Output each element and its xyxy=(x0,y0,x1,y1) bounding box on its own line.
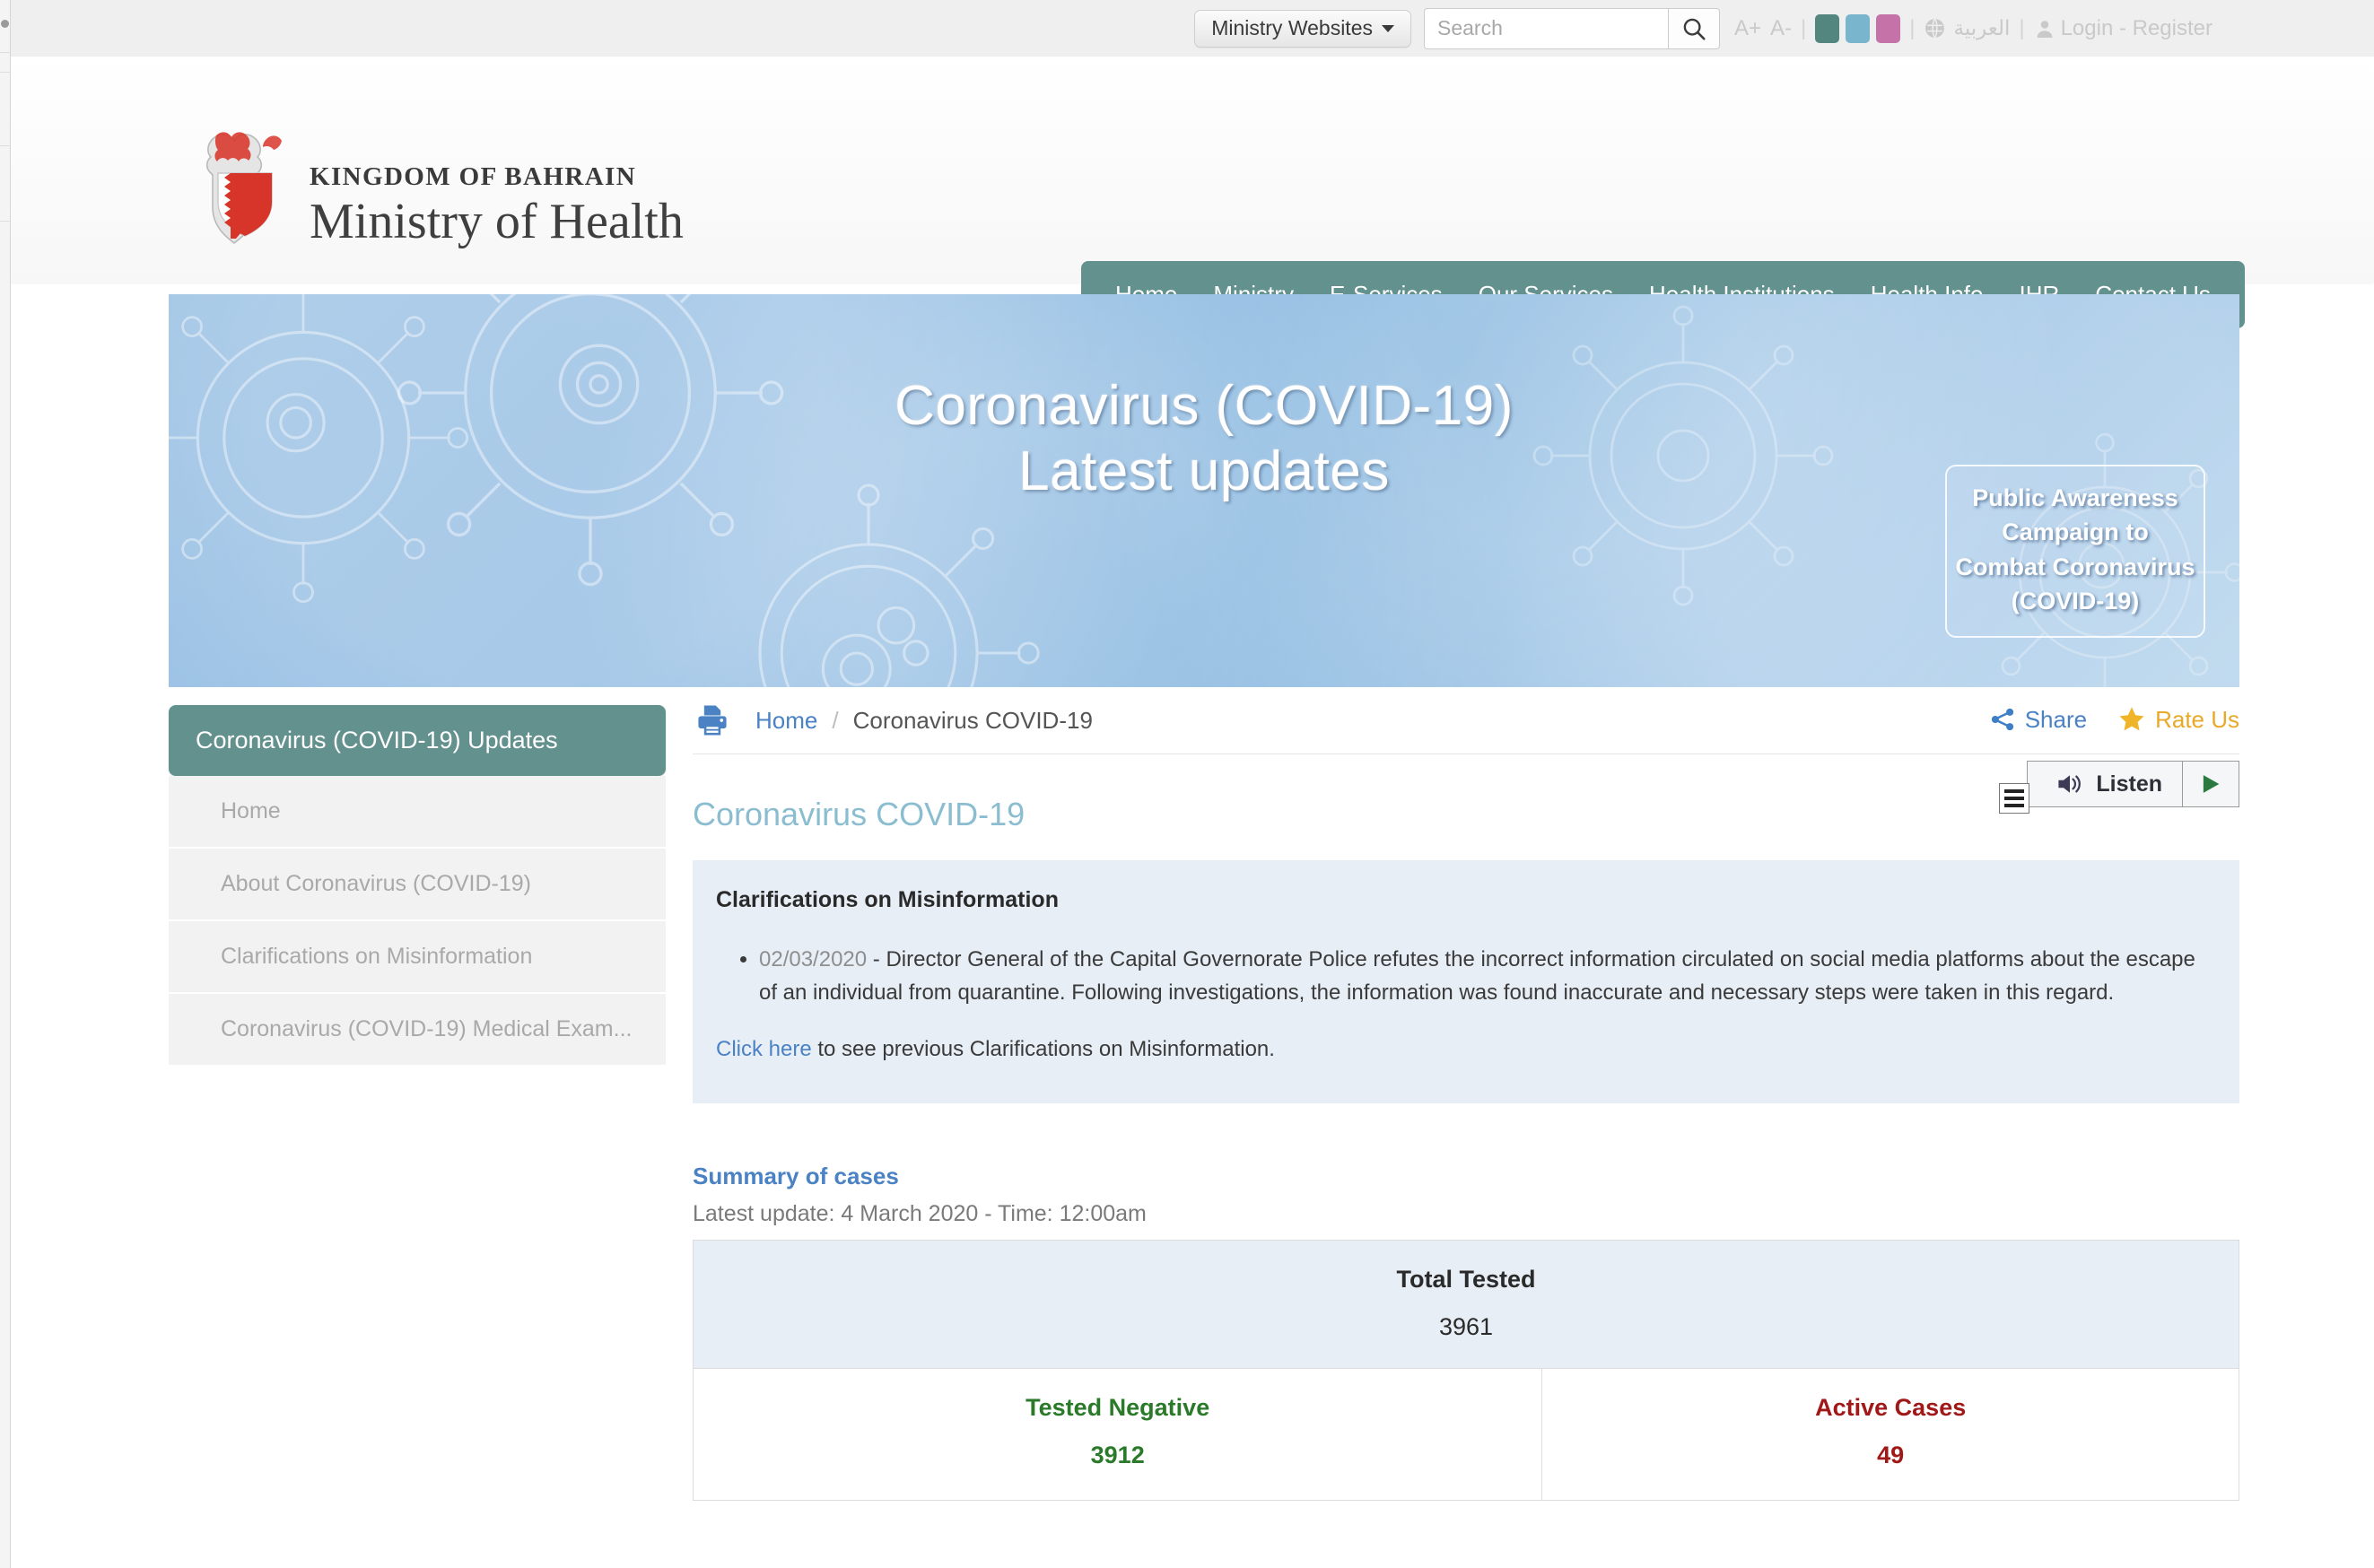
clarifications-notice: Clarifications on Misinformation 02/03/2… xyxy=(693,860,2239,1103)
notice-footer: Click here to see previous Clarification… xyxy=(716,1037,2213,1062)
total-tested-cell: Total Tested 3961 xyxy=(693,1239,2239,1369)
breadcrumb-home-link[interactable]: Home xyxy=(755,707,817,735)
latest-update-label: Latest update: xyxy=(693,1200,835,1226)
font-increase-button[interactable]: A+ xyxy=(1734,16,1761,41)
latest-update-value: 4 March 2020 - Time: 12:00am xyxy=(834,1200,1147,1226)
top-utility-bar: Ministry Websites A+ A- | xyxy=(11,0,2374,57)
active-cases-cell: Active Cases 49 xyxy=(1541,1367,2239,1501)
notice-title: Clarifications on Misinformation xyxy=(716,887,1059,912)
notice-footer-text: to see previous Clarifications on Misinf… xyxy=(811,1036,1275,1061)
arabic-language-link[interactable]: العربية xyxy=(1953,16,2010,40)
breadcrumb-separator: / xyxy=(832,706,839,734)
separator-2: | xyxy=(1909,15,1916,40)
chevron-down-icon xyxy=(1381,24,1394,32)
hero-title-line-2: Latest updates xyxy=(1018,440,1390,503)
breadcrumb: Home / Coronavirus COVID-19 Share Rate U… xyxy=(693,687,2239,814)
listen-label: Listen xyxy=(2096,771,2162,797)
sidebar-heading[interactable]: Coronavirus (COVID-19) Updates xyxy=(169,705,666,776)
logo-kingdom-line: KINGDOM OF BAHRAIN xyxy=(310,162,637,192)
page-left-edge xyxy=(0,0,11,1568)
search-input[interactable] xyxy=(1423,7,1668,49)
user-icon xyxy=(2034,18,2055,39)
list-item: 02/03/2020 - Director General of the Cap… xyxy=(759,944,2213,1010)
notice-list: 02/03/2020 - Director General of the Cap… xyxy=(759,944,2213,1010)
active-cases-value: 49 xyxy=(1877,1441,1905,1468)
notice-item-text: Director General of the Capital Governor… xyxy=(759,947,2195,1005)
total-tested-label: Total Tested xyxy=(1396,1265,1536,1293)
rate-us-button[interactable]: Rate Us xyxy=(2117,705,2239,734)
utility-links: A+ A- | | العربية | Login - Register xyxy=(1734,13,2213,43)
hero-title-line-1: Coronavirus (COVID-19) xyxy=(895,375,1514,437)
speaker-icon xyxy=(2058,775,2082,793)
table-row: Tested Negative 3912 Active Cases 49 xyxy=(692,1367,2239,1501)
share-icon xyxy=(1991,708,2013,731)
hero-banner: Coronavirus (COVID-19) Latest updates Pu… xyxy=(169,294,2239,687)
previous-clarifications-link[interactable]: Click here xyxy=(716,1037,812,1061)
search-icon xyxy=(1683,18,1706,40)
theme-swatch-pink[interactable] xyxy=(1876,13,1901,43)
sidebar-item-clarifications[interactable]: Clarifications on Misinformation xyxy=(169,921,666,994)
font-decrease-button[interactable]: A- xyxy=(1770,16,1792,41)
separator-1: | xyxy=(1801,15,1807,40)
listen-button[interactable]: Listen xyxy=(2028,762,2183,806)
login-register-link[interactable]: Login - Register xyxy=(2061,16,2213,41)
rate-label: Rate Us xyxy=(2155,705,2239,733)
listen-play-button[interactable] xyxy=(2183,762,2239,806)
listen-menu-icon[interactable] xyxy=(1999,783,2030,814)
summary-of-cases-title: Summary of cases xyxy=(693,1162,899,1189)
table-row: Total Tested 3961 xyxy=(693,1239,2239,1369)
content-area: Coronavirus (COVID-19) Updates Home Abou… xyxy=(169,687,2239,1568)
tested-negative-label: Tested Negative xyxy=(1026,1393,1210,1421)
section-sidebar: Coronavirus (COVID-19) Updates Home Abou… xyxy=(169,705,666,1067)
tested-negative-cell: Tested Negative 3912 xyxy=(692,1367,1543,1501)
theme-swatch-blue[interactable] xyxy=(1846,13,1871,43)
theme-swatches xyxy=(1815,13,1901,43)
separator-3: | xyxy=(2019,15,2025,40)
sidebar-item-about-coronavirus[interactable]: About Coronavirus (COVID-19) xyxy=(169,849,666,921)
share-button[interactable]: Share xyxy=(1989,706,2087,734)
site-header: KINGDOM OF BAHRAIN Ministry of Health Ho… xyxy=(11,57,2374,328)
notice-item-dash: - xyxy=(867,947,886,971)
ministry-websites-label: Ministry Websites xyxy=(1211,16,1373,39)
awareness-campaign-box[interactable]: Public Awareness Campaign to Combat Coro… xyxy=(1945,465,2205,639)
star-icon xyxy=(2119,707,2144,731)
breadcrumb-current: Coronavirus COVID-19 xyxy=(852,706,1093,734)
total-tested-value: 3961 xyxy=(1438,1312,1494,1340)
site-logo[interactable]: KINGDOM OF BAHRAIN Ministry of Health xyxy=(195,126,684,248)
globe-icon[interactable] xyxy=(1924,17,1946,39)
listen-widget: Listen xyxy=(1999,761,2239,814)
summary-stats-table: Total Tested 3961 Tested Negative 3912 A… xyxy=(692,1239,2239,1501)
latest-update-line: Latest update: 4 March 2020 - Time: 12:0… xyxy=(693,1201,2239,1227)
sidebar-item-home[interactable]: Home xyxy=(169,776,666,849)
hero-title: Coronavirus (COVID-19) Latest updates xyxy=(169,373,2239,504)
notice-item-date: 02/03/2020 xyxy=(759,947,868,971)
share-label: Share xyxy=(2024,705,2088,733)
ministry-websites-dropdown[interactable]: Ministry Websites xyxy=(1194,9,1411,48)
play-icon xyxy=(2203,775,2220,793)
print-icon[interactable] xyxy=(693,701,732,740)
bahrain-crest-icon xyxy=(205,132,282,245)
page-actions: Share Rate Us xyxy=(1989,705,2239,734)
browser-viewport: Ministry Websites A+ A- | xyxy=(0,0,2374,1568)
active-cases-label: Active Cases xyxy=(1815,1393,1967,1421)
main-column: Home / Coronavirus COVID-19 Share Rate U… xyxy=(692,687,2239,1501)
search-button[interactable] xyxy=(1667,7,1720,49)
sidebar-item-medical-exam[interactable]: Coronavirus (COVID-19) Medical Exam... xyxy=(169,994,666,1067)
search-group xyxy=(1423,7,1720,49)
tested-negative-value: 3912 xyxy=(1090,1441,1145,1468)
logo-ministry-line: Ministry of Health xyxy=(310,194,684,250)
theme-swatch-teal[interactable] xyxy=(1815,13,1840,43)
